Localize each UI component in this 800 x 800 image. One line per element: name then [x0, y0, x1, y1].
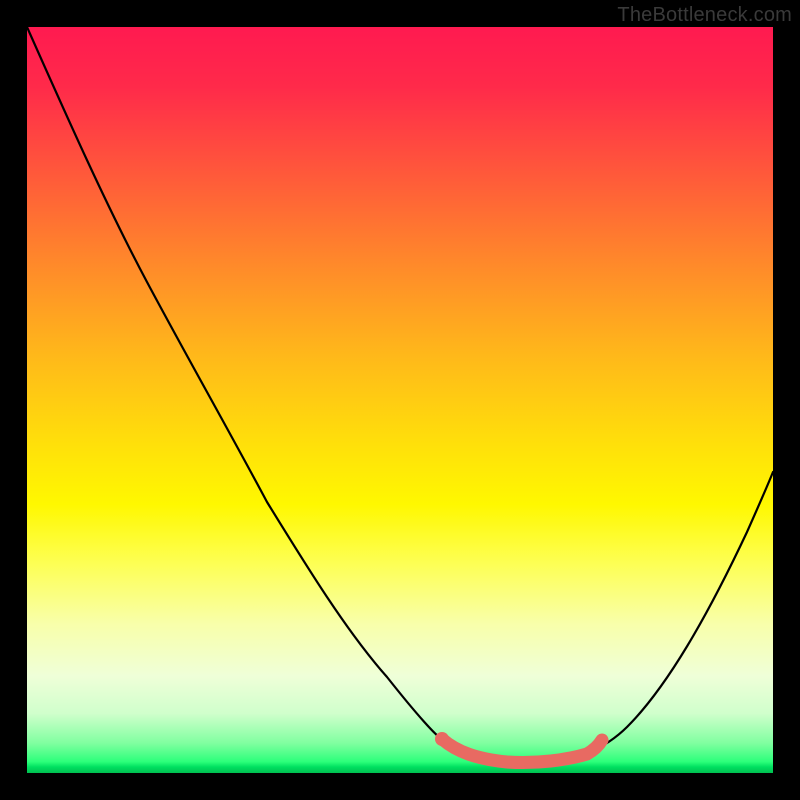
- optimal-dot: [435, 732, 449, 746]
- curve-layer: [27, 27, 773, 773]
- plot-area: [27, 27, 773, 773]
- bottleneck-curve: [27, 27, 773, 763]
- chart-container: TheBottleneck.com: [0, 0, 800, 800]
- watermark: TheBottleneck.com: [617, 4, 792, 27]
- optimal-range-highlight: [442, 739, 602, 763]
